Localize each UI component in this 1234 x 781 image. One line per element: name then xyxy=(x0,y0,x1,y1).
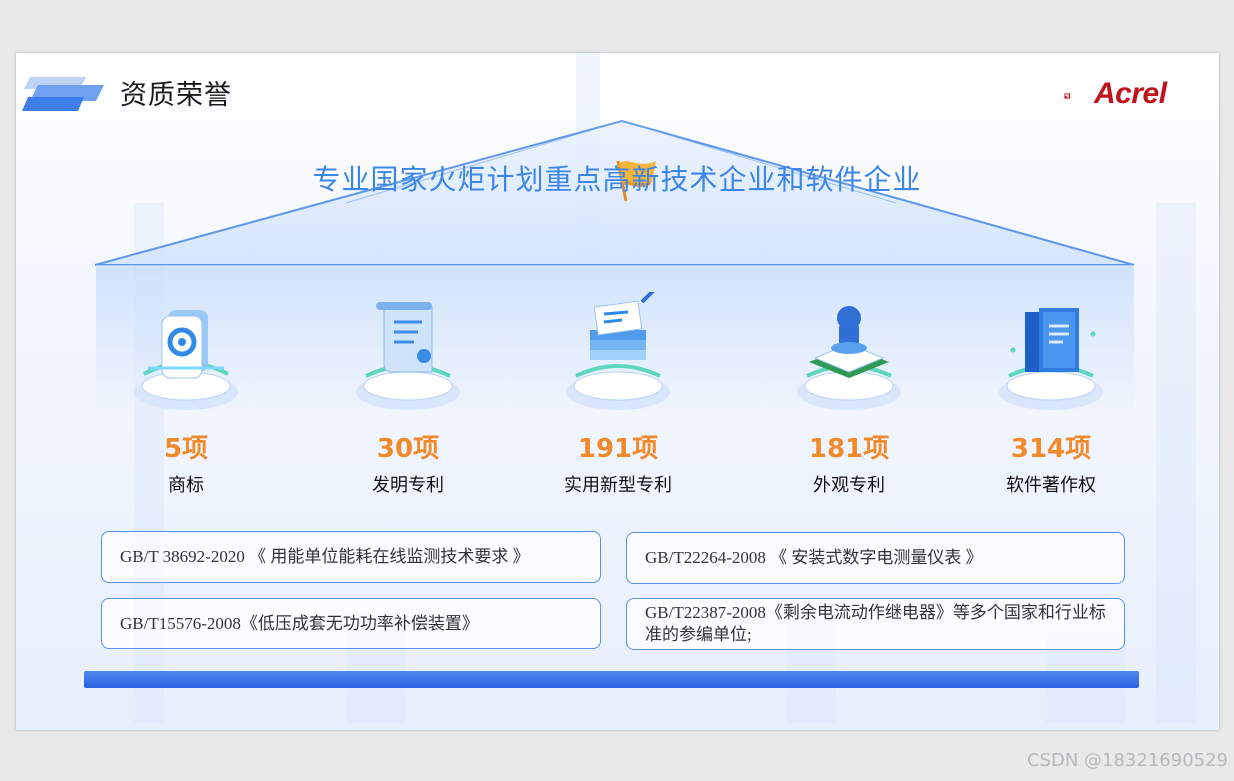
stat-number: 181项 xyxy=(808,434,890,464)
stat-number: 30项 xyxy=(376,434,440,464)
watermark-text: CSDN @18321690529 xyxy=(1026,750,1228,771)
stat-trademark: 5项 商标 xyxy=(101,292,271,497)
stat-number: 314项 xyxy=(1010,434,1092,464)
stat-invention-patent: 30项 发明专利 xyxy=(323,292,493,497)
scroll-document-icon xyxy=(356,302,460,410)
stamp-icon xyxy=(797,306,901,410)
stat-label: 实用新型专利 xyxy=(564,475,672,496)
stat-number: 5项 xyxy=(163,434,209,464)
books-icon xyxy=(999,308,1103,410)
stat-design-patent: 181项 外观专利 xyxy=(764,292,934,497)
standard-item: GB/T22264-2008 《 安装式数字电测量仪表 》 xyxy=(626,532,1125,584)
stat-label: 外观专利 xyxy=(813,475,885,496)
stat-label: 发明专利 xyxy=(372,475,444,496)
stat-number: 191项 xyxy=(577,434,659,464)
stat-software-copyright: 314项 软件著作权 xyxy=(966,292,1136,497)
trademark-icon xyxy=(134,310,238,410)
paper-stack-icon xyxy=(566,292,670,410)
headline: 专业国家火炬计划重点高新技术企业和软件企业 xyxy=(312,163,922,196)
standard-item: GB/T15576-2008《低压成套无功功率补偿装置》 xyxy=(101,598,601,649)
stat-utility-model-patent: 191项 实用新型专利 xyxy=(533,292,703,497)
standard-item: GB/T 38692-2020 《 用能单位能耗在线监测技术要求 》 xyxy=(101,531,601,583)
standard-item: GB/T22387-2008《剩余电流动作继电器》等多个国家和行业标准的参编单位… xyxy=(626,598,1125,650)
stat-label: 商标 xyxy=(168,475,204,496)
base-bar xyxy=(84,671,1139,688)
stat-label: 软件著作权 xyxy=(1006,475,1096,496)
